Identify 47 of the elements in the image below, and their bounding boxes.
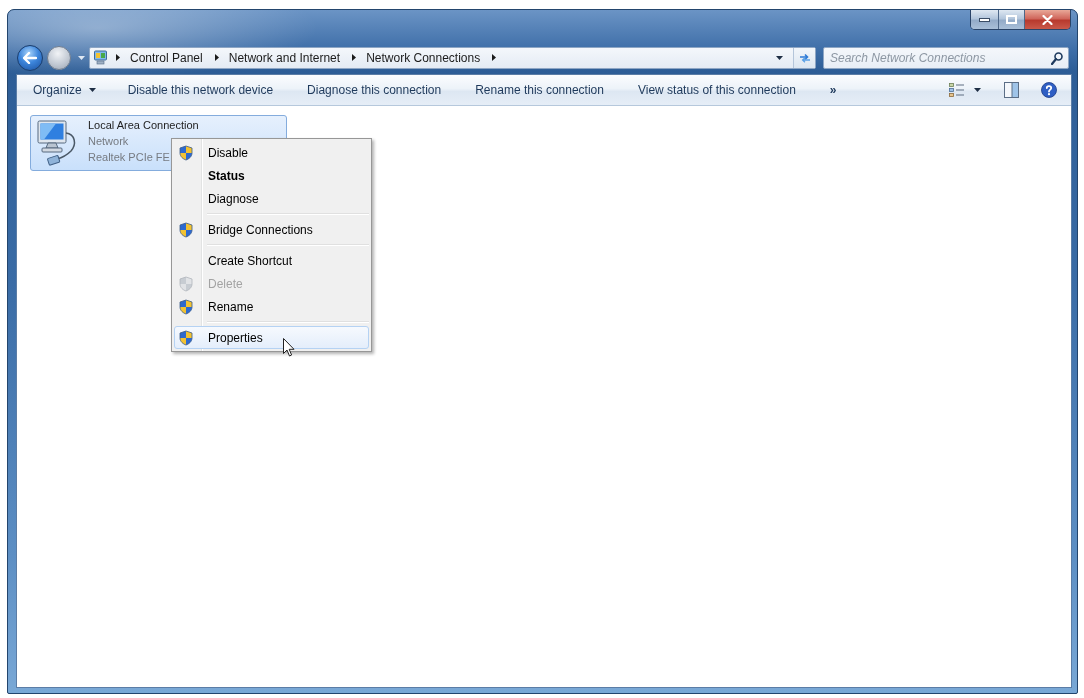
address-field[interactable]: Control Panel Network and Internet Network Connections (89, 46, 816, 69)
menu-item[interactable]: Rename (174, 295, 369, 318)
preview-pane-button[interactable] (1002, 80, 1021, 100)
search-icon[interactable] (1051, 51, 1063, 65)
minimize-button[interactable] (971, 10, 998, 29)
refresh-icon (798, 52, 811, 63)
control-panel-icon (94, 50, 107, 65)
command-button[interactable]: Rename this connection (468, 79, 611, 101)
close-icon (1042, 14, 1053, 25)
more-commands-button[interactable]: » (822, 79, 844, 101)
command-button[interactable]: Disable this network device (120, 79, 281, 101)
menu-item[interactable]: Create Shortcut (174, 249, 369, 272)
breadcrumb-link[interactable]: Network and Internet (226, 48, 343, 67)
caret-icon (974, 88, 981, 92)
breadcrumb-link[interactable]: Network Connections (364, 48, 483, 67)
back-arrow-icon (23, 51, 37, 64)
back-button[interactable] (17, 44, 43, 71)
breadcrumb-arrow-icon[interactable] (352, 54, 357, 61)
connection-device: Realtek PCIe FE (88, 150, 171, 165)
mouse-pointer-icon (283, 338, 295, 357)
connection-name: Local Area Connection (88, 118, 199, 133)
breadcrumb-arrow-icon[interactable] (116, 54, 120, 61)
maximize-icon (1006, 15, 1017, 24)
help-icon (1041, 82, 1057, 98)
minimize-icon (979, 17, 990, 22)
close-button[interactable] (1024, 10, 1070, 29)
search-field[interactable]: Search Network Connections (823, 46, 1069, 69)
forward-button[interactable] (47, 45, 71, 70)
view-options-button[interactable] (947, 81, 967, 99)
breadcrumb-arrow-icon[interactable] (214, 54, 219, 61)
maximize-button[interactable] (998, 10, 1024, 29)
breadcrumb-link[interactable]: Control Panel (128, 48, 205, 67)
view-list-icon (949, 83, 965, 97)
breadcrumb-arrow-icon[interactable] (492, 54, 497, 61)
menu-item[interactable]: Diagnose (174, 187, 369, 210)
refresh-button[interactable] (793, 47, 815, 68)
view-menu-button[interactable] (972, 86, 983, 94)
preview-pane-icon (1004, 82, 1019, 98)
help-button[interactable] (1039, 80, 1059, 100)
caret-icon (88, 88, 96, 92)
menu-item[interactable]: Bridge Connections (174, 218, 369, 241)
connection-status: Network (88, 134, 130, 149)
command-button[interactable]: View status of this connection (630, 79, 803, 101)
caret-icon[interactable] (776, 55, 783, 60)
menu-button[interactable]: Organize (26, 79, 103, 101)
menu-item[interactable]: Properties (174, 326, 369, 349)
command-button[interactable]: Diagnose this connection (300, 79, 449, 101)
